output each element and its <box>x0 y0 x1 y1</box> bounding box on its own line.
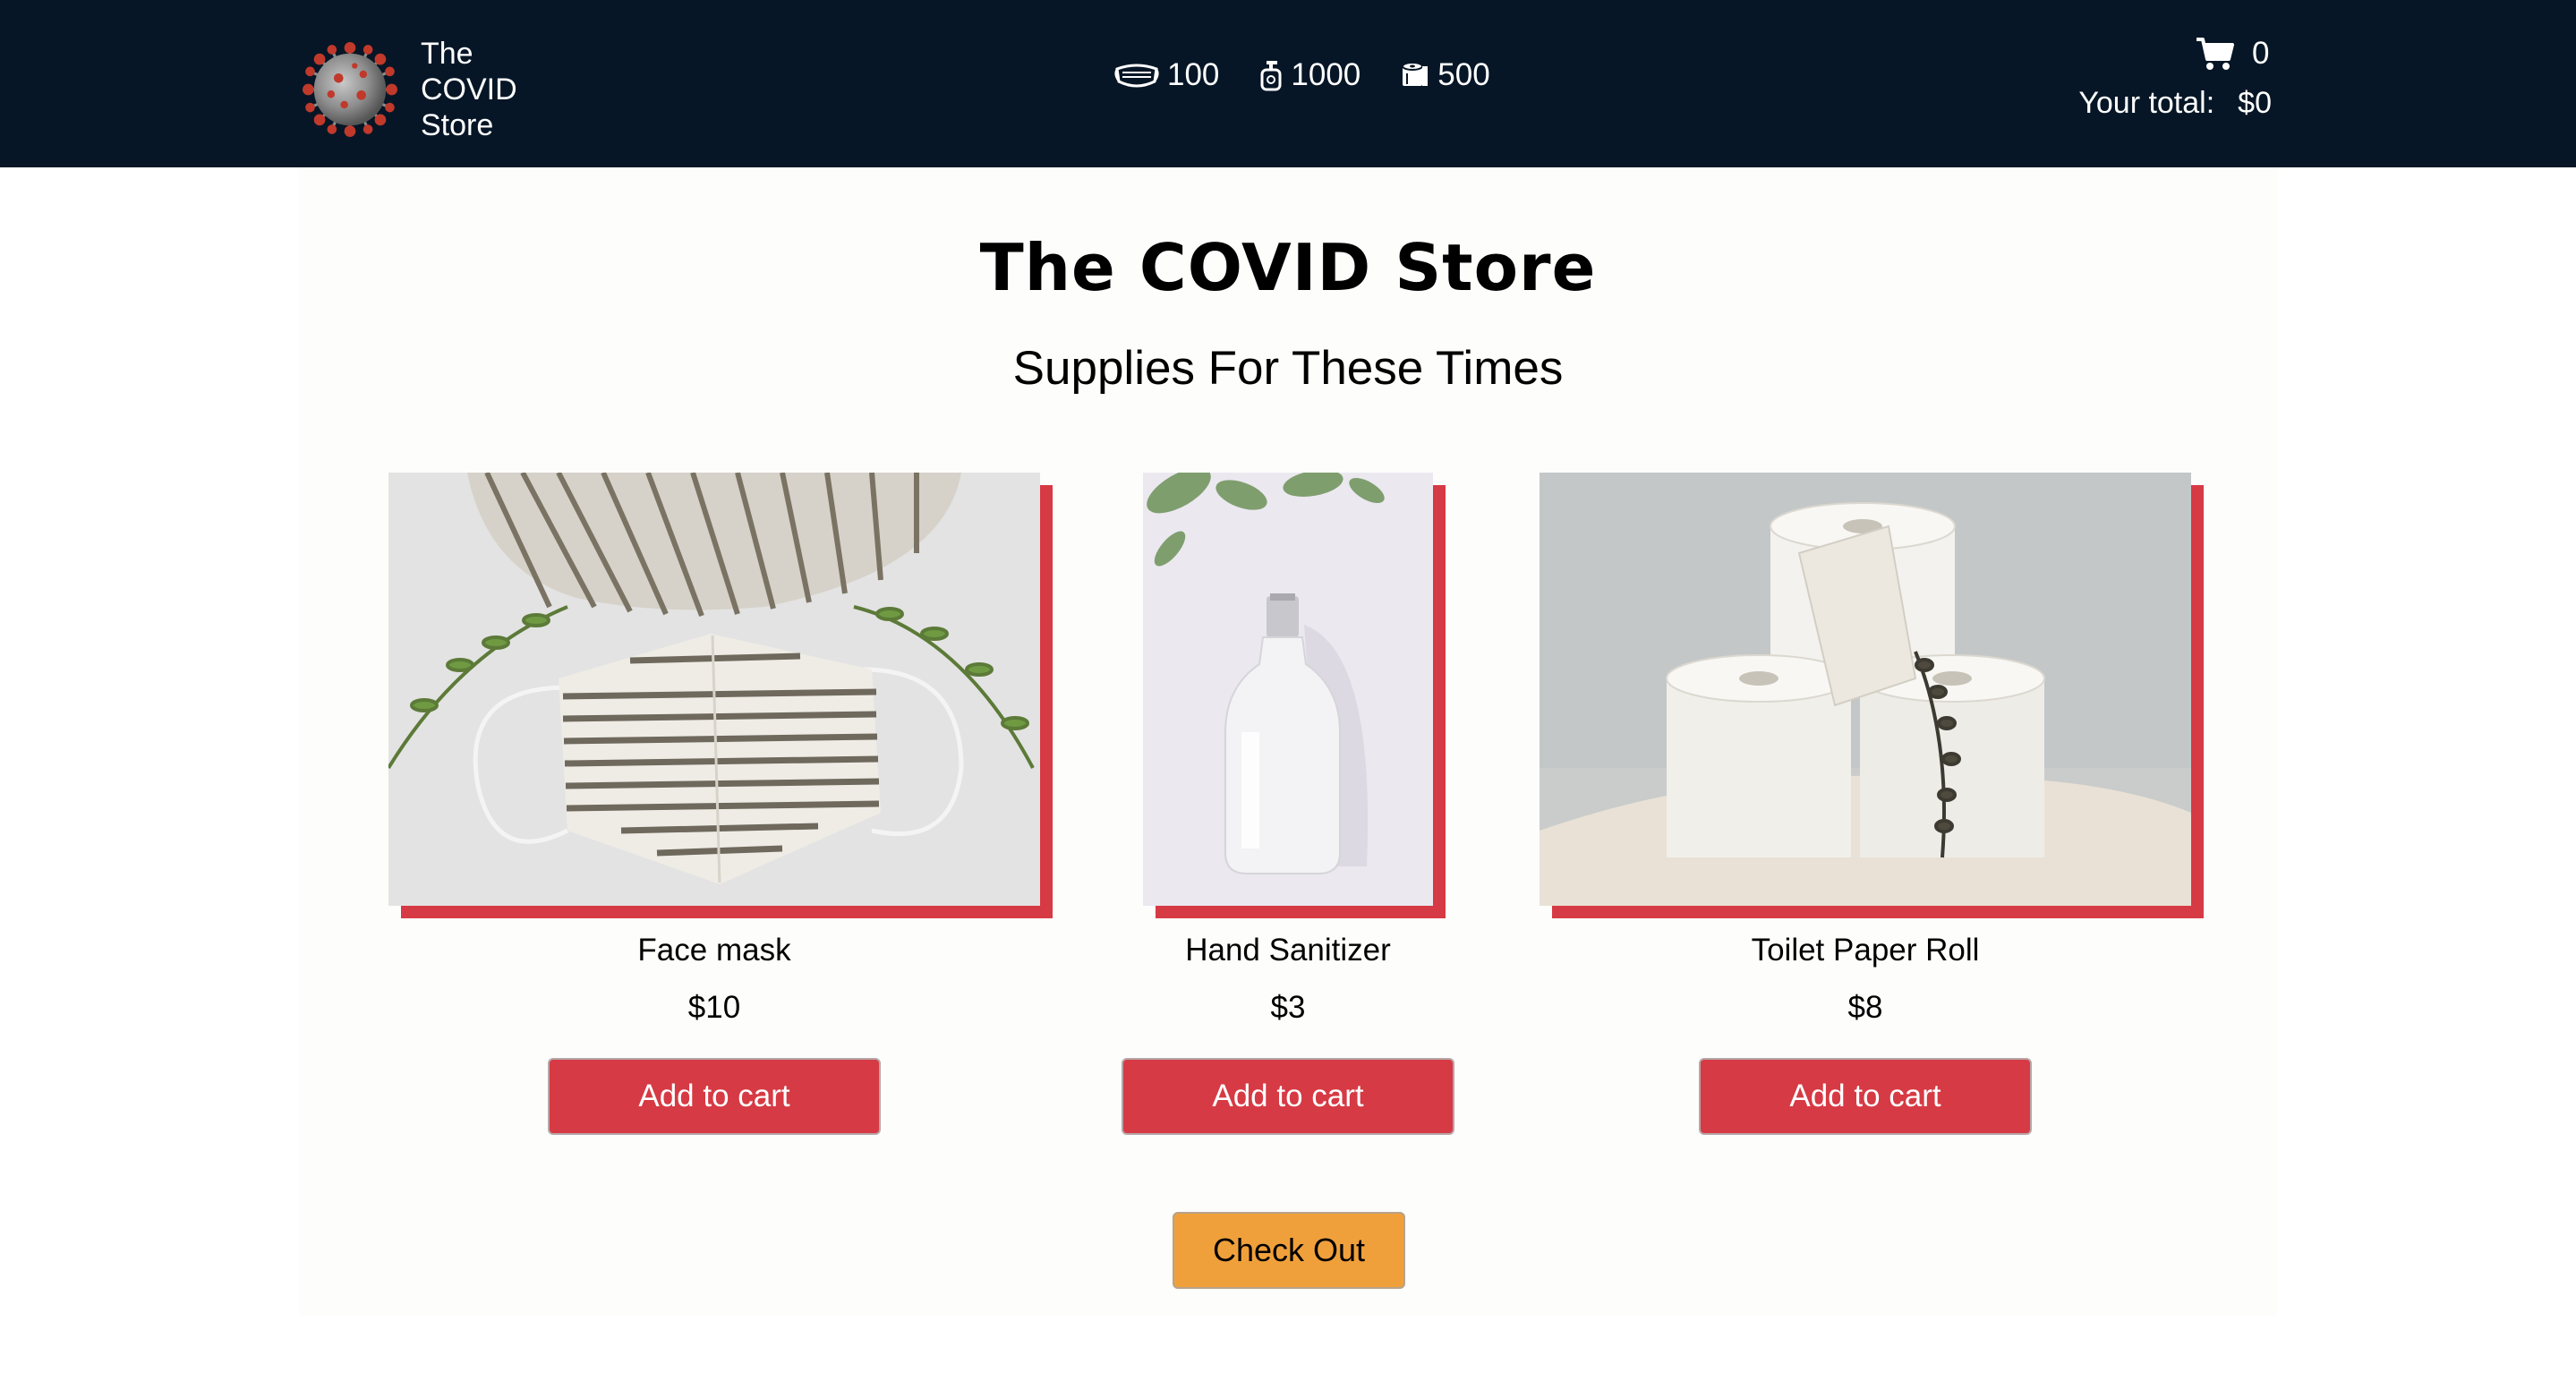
stock-toilet-paper-count: 500 <box>1437 57 1490 92</box>
stock-masks-count: 100 <box>1167 57 1220 92</box>
mask-icon <box>1114 64 1159 88</box>
cart-total: Your total: $0 <box>2078 86 2272 121</box>
stock-counts: 100 1000 500 <box>1113 57 1490 93</box>
product-price: $8 <box>1847 990 1883 1025</box>
add-to-cart-button-hand-sanitizer[interactable]: Add to cart <box>1122 1058 1454 1135</box>
face-mask-image[interactable] <box>388 473 1040 906</box>
product-card-hand-sanitizer: Hand Sanitizer $3 Add to cart <box>1054 473 1522 1135</box>
coronavirus-logo-icon <box>303 42 397 137</box>
product-name: Toilet Paper Roll <box>1751 933 1980 968</box>
product-price: $10 <box>687 990 741 1025</box>
product-name: Hand Sanitizer <box>1185 933 1391 968</box>
cart-summary[interactable]: 0 Your total: $0 <box>2078 36 2272 121</box>
checkout-button[interactable]: Check Out <box>1173 1212 1405 1289</box>
stock-sanitizer: 1000 <box>1258 57 1361 93</box>
product-name: Face mask <box>637 933 791 968</box>
product-image-wrap <box>1143 473 1446 918</box>
navbar: The COVID Store 100 1000 500 0 Your tota… <box>0 0 2576 167</box>
product-price: $3 <box>1270 990 1306 1025</box>
page-subtitle: Supplies For These Times <box>1012 342 1564 395</box>
sanitizer-icon <box>1260 61 1282 91</box>
product-image-wrap <box>388 473 1053 918</box>
page-title: The COVID Store <box>979 230 1597 305</box>
stock-sanitizer-count: 1000 <box>1291 57 1361 92</box>
main-content: The COVID Store Supplies For These Times <box>299 167 2277 1316</box>
brand-name: The COVID Store <box>421 37 517 142</box>
cart-total-value: $0 <box>2238 86 2272 120</box>
brand[interactable]: The COVID Store <box>303 36 528 143</box>
toilet-paper-icon <box>1402 62 1429 86</box>
add-to-cart-button-face-mask[interactable]: Add to cart <box>548 1058 881 1135</box>
add-to-cart-button-toilet-paper[interactable]: Add to cart <box>1699 1058 2032 1135</box>
cart-row[interactable]: 0 <box>2078 36 2272 72</box>
product-image-wrap <box>1540 473 2204 918</box>
toilet-paper-image[interactable] <box>1540 473 2191 906</box>
cart-count: 0 <box>2252 36 2270 71</box>
cart-total-label: Your total: <box>2078 86 2215 120</box>
shopping-cart-icon[interactable] <box>2195 36 2234 72</box>
stock-masks: 100 <box>1113 57 1219 93</box>
product-card-face-mask: Face mask $10 Add to cart <box>388 473 1053 1135</box>
product-card-toilet-paper: Toilet Paper Roll $8 Add to cart <box>1540 473 2204 1135</box>
hand-sanitizer-image[interactable] <box>1143 473 1433 906</box>
stock-toilet-paper: 500 <box>1400 57 1490 93</box>
